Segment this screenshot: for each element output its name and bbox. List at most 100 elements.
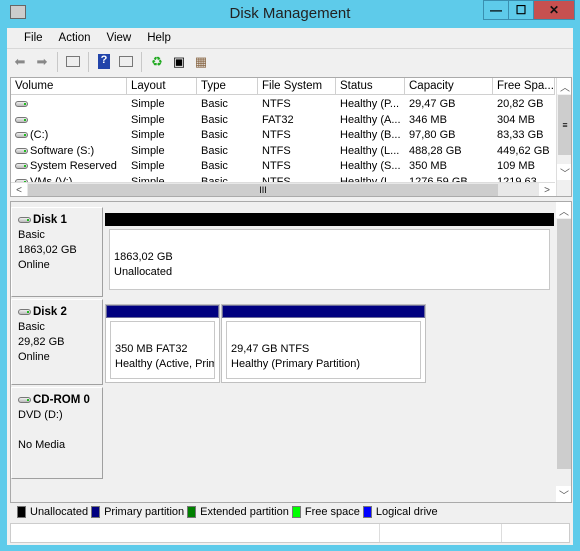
console-tree-icon[interactable] [64, 53, 82, 71]
volume-name[interactable]: (C:) [11, 128, 127, 143]
toolbar-separator [88, 51, 89, 72]
partition-unallocated[interactable]: 1863,02 GB Unallocated [105, 213, 554, 293]
volume-list: Volume Layout Type File System Status Capacit… [10, 77, 572, 197]
table-cell[interactable]: NTFS [258, 97, 336, 112]
refresh-icon[interactable]: ♻ [148, 53, 166, 71]
table-cell[interactable]: Simple [127, 128, 197, 143]
scroll-thumb[interactable]: ≡ [558, 95, 571, 155]
table-cell[interactable]: Healthy (A... [336, 113, 405, 128]
menu-help[interactable]: Help [139, 32, 179, 44]
column-header[interactable]: File System [258, 78, 336, 95]
table-cell[interactable]: Healthy (S... [336, 159, 405, 174]
table-cell[interactable]: Basic [197, 159, 258, 174]
table-cell[interactable]: Simple [127, 144, 197, 159]
cdrom-0-label[interactable]: CD-ROM 0 DVD (D:) No Media [11, 387, 103, 479]
legend-label: Extended partition [200, 506, 289, 518]
table-cell[interactable]: NTFS [258, 128, 336, 143]
unallocated-bar [105, 213, 554, 226]
table-cell[interactable]: Healthy (L... [336, 144, 405, 159]
volume-name[interactable] [11, 113, 127, 128]
primary-bar [106, 305, 219, 318]
column-header[interactable]: Status [336, 78, 405, 95]
table-cell[interactable]: Healthy (P... [336, 97, 405, 112]
table-cell[interactable]: 346 MB [405, 113, 493, 128]
table-cell[interactable]: Simple [127, 159, 197, 174]
table-cell[interactable]: Basic [197, 113, 258, 128]
table-cell[interactable]: Simple [127, 113, 197, 128]
volume-name[interactable] [11, 97, 127, 112]
legend: Unallocated Primary partition Extended par… [10, 504, 572, 520]
legend-label: Primary partition [104, 506, 185, 518]
column-header[interactable]: Volume [11, 78, 127, 95]
legend-swatch [17, 506, 26, 518]
drive-icon [15, 163, 28, 170]
menu-file[interactable]: File [16, 32, 51, 44]
menu-action[interactable]: Action [51, 32, 99, 44]
forward-icon[interactable]: ➡ [33, 53, 51, 71]
table-cell[interactable]: 29,47 GB [405, 97, 493, 112]
table-cell[interactable]: Simple [127, 97, 197, 112]
toolbar-separator [57, 51, 58, 72]
volume-name[interactable]: System Reserved [11, 159, 127, 174]
scroll-left-button[interactable]: < [11, 183, 27, 196]
column-header[interactable]: Layout [127, 78, 197, 95]
legend-label: Free space [304, 506, 360, 518]
table-cell[interactable]: 350 MB [405, 159, 493, 174]
scroll-right-button[interactable]: > [539, 183, 555, 196]
table-cell[interactable]: NTFS [258, 159, 336, 174]
table-cell[interactable]: NTFS [258, 144, 336, 159]
maximize-button[interactable]: ☐ [508, 0, 534, 20]
status-bar [10, 523, 570, 543]
scroll-thumb[interactable]: III [28, 184, 498, 196]
table-cell[interactable]: Basic [197, 128, 258, 143]
column-header[interactable]: Free Spa... [493, 78, 555, 95]
drive-icon [15, 101, 28, 108]
volume-label: (C:) [30, 129, 49, 141]
table-cell[interactable]: 488,28 GB [405, 144, 493, 159]
menu-bar: File Action View Help [7, 28, 573, 48]
table-cell[interactable]: Healthy (B... [336, 128, 405, 143]
toolbar: ⬅ ➡ ? ♻ ▣ ▦ [7, 48, 573, 74]
table-cell[interactable]: 97,80 GB [405, 128, 493, 143]
scroll-down-button[interactable]: ﹀ [557, 164, 571, 180]
table-cell[interactable]: 109 MB [493, 159, 555, 174]
partition-fat32[interactable]: 350 MB FAT32 Healthy (Active, Prim [105, 304, 220, 383]
partition-ntfs[interactable]: 29,47 GB NTFS Healthy (Primary Partition) [221, 304, 426, 383]
legend-swatch [91, 506, 101, 518]
scroll-up-button[interactable]: ︿ [556, 202, 571, 218]
vertical-scrollbar[interactable]: ︿ ﹀ [556, 202, 571, 502]
table-cell[interactable]: 304 MB [493, 113, 555, 128]
back-icon[interactable]: ⬅ [11, 53, 29, 71]
primary-bar [222, 305, 425, 318]
vertical-scrollbar[interactable]: ︿ ≡ ﹀ [556, 78, 571, 196]
properties-icon[interactable]: ▣ [170, 53, 188, 71]
scroll-down-button[interactable]: ﹀ [556, 486, 571, 502]
minimize-button[interactable]: — [483, 0, 509, 20]
drive-icon [15, 116, 28, 123]
close-button[interactable]: ✕ [533, 0, 575, 20]
table-cell[interactable]: Basic [197, 144, 258, 159]
horizontal-scrollbar[interactable]: < III > [11, 182, 555, 196]
table-cell[interactable]: 83,33 GB [493, 128, 555, 143]
table-cell[interactable]: 449,62 GB [493, 144, 555, 159]
column-header[interactable]: Type [197, 78, 258, 95]
disk-2-label[interactable]: Disk 2 Basic 29,82 GB Online [11, 299, 103, 385]
volume-label: System Reserved [30, 160, 117, 172]
rescan-icon[interactable]: ▦ [192, 53, 210, 71]
menu-view[interactable]: View [99, 32, 140, 44]
action-pane-icon[interactable] [117, 53, 135, 71]
column-header[interactable]: Capacity [405, 78, 493, 95]
scroll-up-button[interactable]: ︿ [557, 78, 571, 94]
volume-name[interactable]: Software (S:) [11, 144, 127, 159]
legend-swatch [362, 506, 372, 518]
volume-label: Software (S:) [30, 144, 95, 157]
legend-swatch [291, 506, 301, 518]
table-cell[interactable]: 20,82 GB [493, 97, 555, 112]
help-icon[interactable]: ? [95, 53, 113, 71]
table-cell[interactable]: FAT32 [258, 113, 336, 128]
title-bar: Disk Management — ☐ ✕ [0, 0, 580, 28]
scroll-thumb[interactable] [557, 219, 571, 469]
table-cell[interactable]: Basic [197, 97, 258, 112]
disk-1-label[interactable]: Disk 1 Basic 1863,02 GB Online [11, 207, 103, 297]
disk-graphical-view: Disk 1 Basic 1863,02 GB Online 1863,02 GB U… [10, 201, 572, 503]
